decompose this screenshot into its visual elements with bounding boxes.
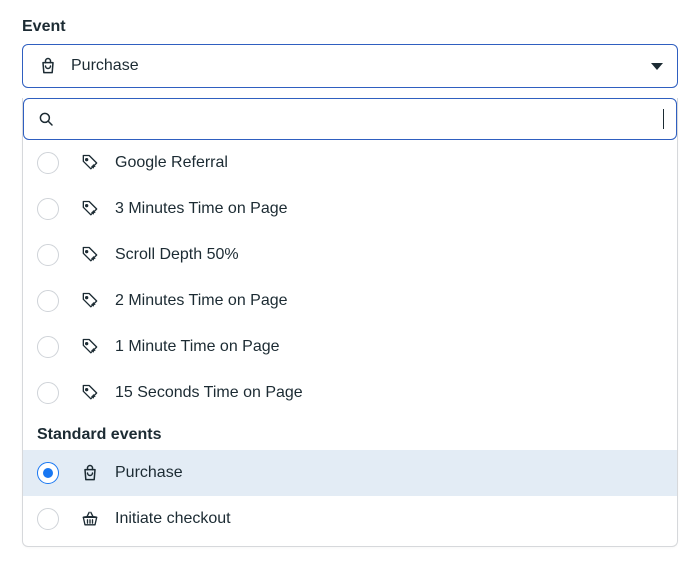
tag-sparkle-icon [79, 336, 101, 358]
chevron-down-icon [651, 63, 663, 70]
radio-button[interactable] [37, 290, 59, 312]
text-cursor [663, 109, 664, 129]
search-icon [36, 109, 56, 129]
standard-events-heading: Standard events [23, 416, 677, 450]
shopping-bag-icon [79, 462, 101, 484]
tag-sparkle-icon [79, 290, 101, 312]
event-option[interactable]: Purchase [23, 450, 677, 496]
search-row[interactable] [23, 98, 677, 140]
event-option[interactable]: Scroll Depth 50% [23, 232, 677, 278]
option-label: Google Referral [115, 154, 228, 172]
radio-button[interactable] [37, 336, 59, 358]
option-label: 15 Seconds Time on Page [115, 384, 303, 402]
radio-button[interactable] [37, 244, 59, 266]
tag-sparkle-icon [79, 152, 101, 174]
event-dropdown-panel: Google Referral 3 Minutes Time on Page Scr… [22, 98, 678, 547]
field-label: Event [22, 18, 678, 36]
event-option[interactable]: 3 Minutes Time on Page [23, 186, 677, 232]
event-option[interactable]: 2 Minutes Time on Page [23, 278, 677, 324]
option-label: Scroll Depth 50% [115, 246, 239, 264]
event-option[interactable]: 1 Minute Time on Page [23, 324, 677, 370]
event-select-trigger[interactable]: Purchase [22, 44, 678, 88]
tag-sparkle-icon [79, 244, 101, 266]
radio-button[interactable] [37, 152, 59, 174]
selected-value-text: Purchase [71, 57, 651, 75]
tag-sparkle-icon [79, 382, 101, 404]
radio-button[interactable] [37, 462, 59, 484]
event-option[interactable]: Initiate checkout [23, 496, 677, 542]
event-option[interactable]: Google Referral [23, 140, 677, 186]
shopping-bag-icon [37, 55, 59, 77]
option-label: 3 Minutes Time on Page [115, 200, 288, 218]
radio-button[interactable] [37, 198, 59, 220]
option-label: Initiate checkout [115, 510, 231, 528]
event-option[interactable]: 15 Seconds Time on Page [23, 370, 677, 416]
option-label: 2 Minutes Time on Page [115, 292, 288, 310]
search-input[interactable] [66, 99, 661, 139]
option-label: Purchase [115, 464, 183, 482]
option-label: 1 Minute Time on Page [115, 338, 280, 356]
basket-icon [79, 508, 101, 530]
radio-button[interactable] [37, 382, 59, 404]
tag-sparkle-icon [79, 198, 101, 220]
radio-button[interactable] [37, 508, 59, 530]
